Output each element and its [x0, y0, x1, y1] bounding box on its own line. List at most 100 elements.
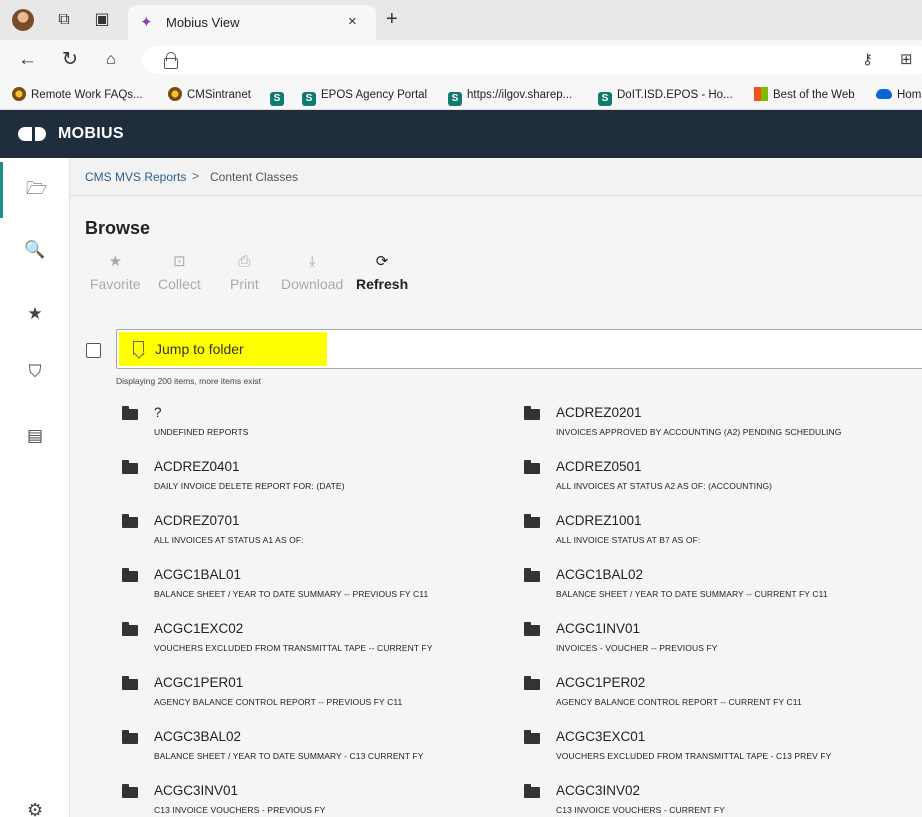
folder-item[interactable]: ACGC3BAL02 BALANCE SHEET / YEAR TO DATE S… [122, 729, 522, 779]
folder-name: ACGC1PER02 [556, 675, 646, 690]
bookmark-cmsintranet[interactable]: CMSintranet [168, 87, 251, 103]
breadcrumb: CMS MVS Reports > Content Classes [70, 158, 922, 196]
folder-icon [122, 784, 138, 798]
folder-item[interactable]: ACGC3INV01 C13 INVOICE VOUCHERS - PREVIOU… [122, 783, 522, 817]
left-nav-rail: 🗁 🔍 ★ ⛉ ▤ [0, 158, 70, 817]
folder-name: ACDREZ1001 [556, 513, 642, 528]
folder-description: VOUCHERS EXCLUDED FROM TRANSMITTAL TAPE … [556, 751, 832, 761]
bookmark-epos-agency-portal[interactable]: S EPOS Agency Portal [302, 87, 427, 106]
refresh-button[interactable]: ⟳ Refresh [356, 252, 408, 292]
folder-item[interactable]: ACDREZ0501 ALL INVOICES AT STATUS A2 AS O… [524, 459, 922, 509]
select-all-checkbox[interactable] [86, 343, 101, 358]
collect-button[interactable]: ⊡ Collect [158, 252, 201, 292]
onedrive-icon [876, 89, 892, 99]
bookmark-ilgov-sharepoint[interactable]: Shttps://ilgov.sharep... [448, 87, 572, 106]
nav-favorites[interactable]: ★ [0, 286, 70, 342]
star-icon: ★ [108, 253, 123, 270]
folder-item[interactable]: ACGC3INV02 C13 INVOICE VOUCHERS - CURRENT… [524, 783, 922, 817]
app-header: MOBIUS [0, 110, 922, 158]
add-favorite-icon[interactable]: ⊞ [900, 50, 913, 68]
folder-name: ACGC3BAL02 [154, 729, 242, 744]
folder-item[interactable]: ACDREZ0201 INVOICES APPROVED BY ACCOUNTIN… [524, 405, 922, 455]
sharepoint-icon: S [448, 92, 462, 106]
settings-gear-icon[interactable]: ⚙ [27, 800, 43, 817]
folder-name: ACDREZ0701 [154, 513, 240, 528]
folder-name: ACGC3EXC01 [556, 729, 646, 744]
bookmark-sharepoint[interactable]: S [270, 87, 289, 106]
folder-icon [122, 568, 138, 582]
breadcrumb-separator: > [192, 169, 200, 183]
back-icon[interactable]: ← [18, 49, 37, 71]
browse-panel: Browse ★ Favorite ⊡ Collect ⎙ Print ⤓ Do… [70, 196, 922, 817]
jump-to-folder-input[interactable] [155, 339, 315, 359]
folder-icon [122, 730, 138, 744]
folder-item[interactable]: ACGC3EXC01 VOUCHERS EXCLUDED FROM TRANSMI… [524, 729, 922, 779]
folder-description: C13 INVOICE VOUCHERS - PREVIOUS FY [154, 805, 326, 815]
folder-description: ALL INVOICE STATUS AT B7 AS OF: [556, 535, 701, 545]
folder-description: ALL INVOICES AT STATUS A2 AS OF: (ACCOUN… [556, 481, 773, 491]
url-input[interactable] [142, 46, 922, 74]
lock-icon [164, 52, 178, 69]
tab-actions-icon[interactable]: ▣ [92, 10, 112, 30]
folder-icon [524, 514, 540, 528]
folder-item[interactable]: ACDREZ0401 DAILY INVOICE DELETE REPORT FO… [122, 459, 522, 509]
favorite-button[interactable]: ★ Favorite [90, 252, 141, 292]
folder-item[interactable]: ACGC1PER01 AGENCY BALANCE CONTROL REPORT … [122, 675, 522, 725]
folder-icon [122, 460, 138, 474]
download-button[interactable]: ⤓ Download [281, 252, 343, 292]
mobius-logo-icon [18, 127, 46, 141]
microsoft-icon [754, 87, 768, 101]
browser-tab-bar: ⧉ ▣ ✦ Mobius View × + [0, 0, 922, 40]
filter-document-icon: ⛉ [28, 362, 42, 381]
folder-name: ACGC1EXC02 [154, 621, 244, 636]
folder-item[interactable]: ACGC1BAL01 BALANCE SHEET / YEAR TO DATE S… [122, 567, 522, 617]
refresh-icon: ⟳ [375, 253, 389, 270]
sharepoint-icon: S [302, 92, 316, 106]
collections-icon[interactable]: ⧉ [54, 10, 74, 30]
browser-tab-mobius-view[interactable]: ✦ Mobius View × [128, 5, 376, 40]
star-icon: ★ [27, 304, 43, 323]
folder-icon [122, 514, 138, 528]
browser-address-bar: ← ↻ ⌂ ⚷ ⊞ [0, 40, 922, 80]
folder-icon [524, 676, 540, 690]
cms-logo-icon [168, 87, 182, 101]
folder-open-icon: 🗁 [25, 178, 48, 198]
folder-item[interactable]: ACGC1PER02 AGENCY BALANCE CONTROL REPORT … [524, 675, 922, 725]
print-button[interactable]: ⎙ Print [230, 252, 259, 292]
home-icon[interactable]: ⌂ [106, 49, 116, 71]
folder-description: VOUCHERS EXCLUDED FROM TRANSMITTAL TAPE … [154, 643, 433, 653]
folder-name: ACGC1INV01 [556, 621, 641, 636]
bookmark-home[interactable]: Hom [876, 87, 921, 103]
nav-search[interactable]: 🔍 [0, 222, 70, 278]
new-tab-button[interactable]: + [386, 9, 398, 29]
nav-documents[interactable]: ▤ [0, 408, 70, 464]
mobius-favicon-icon: ✦ [140, 14, 153, 31]
sharepoint-icon: S [598, 92, 612, 106]
item-count: Displaying 200 items, more items exist [116, 376, 262, 386]
folder-description: AGENCY BALANCE CONTROL REPORT -- PREVIOU… [154, 697, 403, 707]
bookmark-doit-isd-epos[interactable]: S DoIT.ISD.EPOS - Ho... [598, 87, 733, 106]
folder-item[interactable]: ? UNDEFINED REPORTS [122, 405, 522, 455]
folder-description: DAILY INVOICE DELETE REPORT FOR: (DATE) [154, 481, 345, 491]
folder-item[interactable]: ACGC1INV01 INVOICES - VOUCHER -- PREVIOUS… [524, 621, 922, 671]
bookmark-remote-work-faqs[interactable]: Remote Work FAQs... [12, 87, 143, 103]
folder-item[interactable]: ACDREZ1001 ALL INVOICE STATUS AT B7 AS OF… [524, 513, 922, 563]
nav-browse[interactable]: 🗁 [0, 162, 70, 218]
bookmarks-bar: Remote Work FAQs... CMSintranet S S EPOS … [0, 80, 922, 110]
nav-filter[interactable]: ⛉ [0, 344, 70, 400]
download-icon: ⤓ [308, 253, 316, 270]
folder-icon [524, 730, 540, 744]
folder-item[interactable]: ACGC1BAL02 BALANCE SHEET / YEAR TO DATE S… [524, 567, 922, 617]
jump-to-folder-field[interactable] [116, 329, 922, 369]
key-icon[interactable]: ⚷ [862, 50, 873, 68]
reload-icon[interactable]: ↻ [62, 49, 78, 71]
folder-name: ACGC1BAL02 [556, 567, 644, 582]
folder-item[interactable]: ACDREZ0701 ALL INVOICES AT STATUS A1 AS O… [122, 513, 522, 563]
bookmark-best-of-the-web[interactable]: Best of the Web [754, 87, 855, 103]
search-document-icon: 🔍 [24, 240, 46, 259]
folder-icon [524, 568, 540, 582]
folder-item[interactable]: ACGC1EXC02 VOUCHERS EXCLUDED FROM TRANSMI… [122, 621, 522, 671]
profile-avatar[interactable] [12, 9, 34, 31]
breadcrumb-root-link[interactable]: CMS MVS Reports [85, 170, 186, 184]
tab-close-icon[interactable]: × [348, 13, 357, 30]
